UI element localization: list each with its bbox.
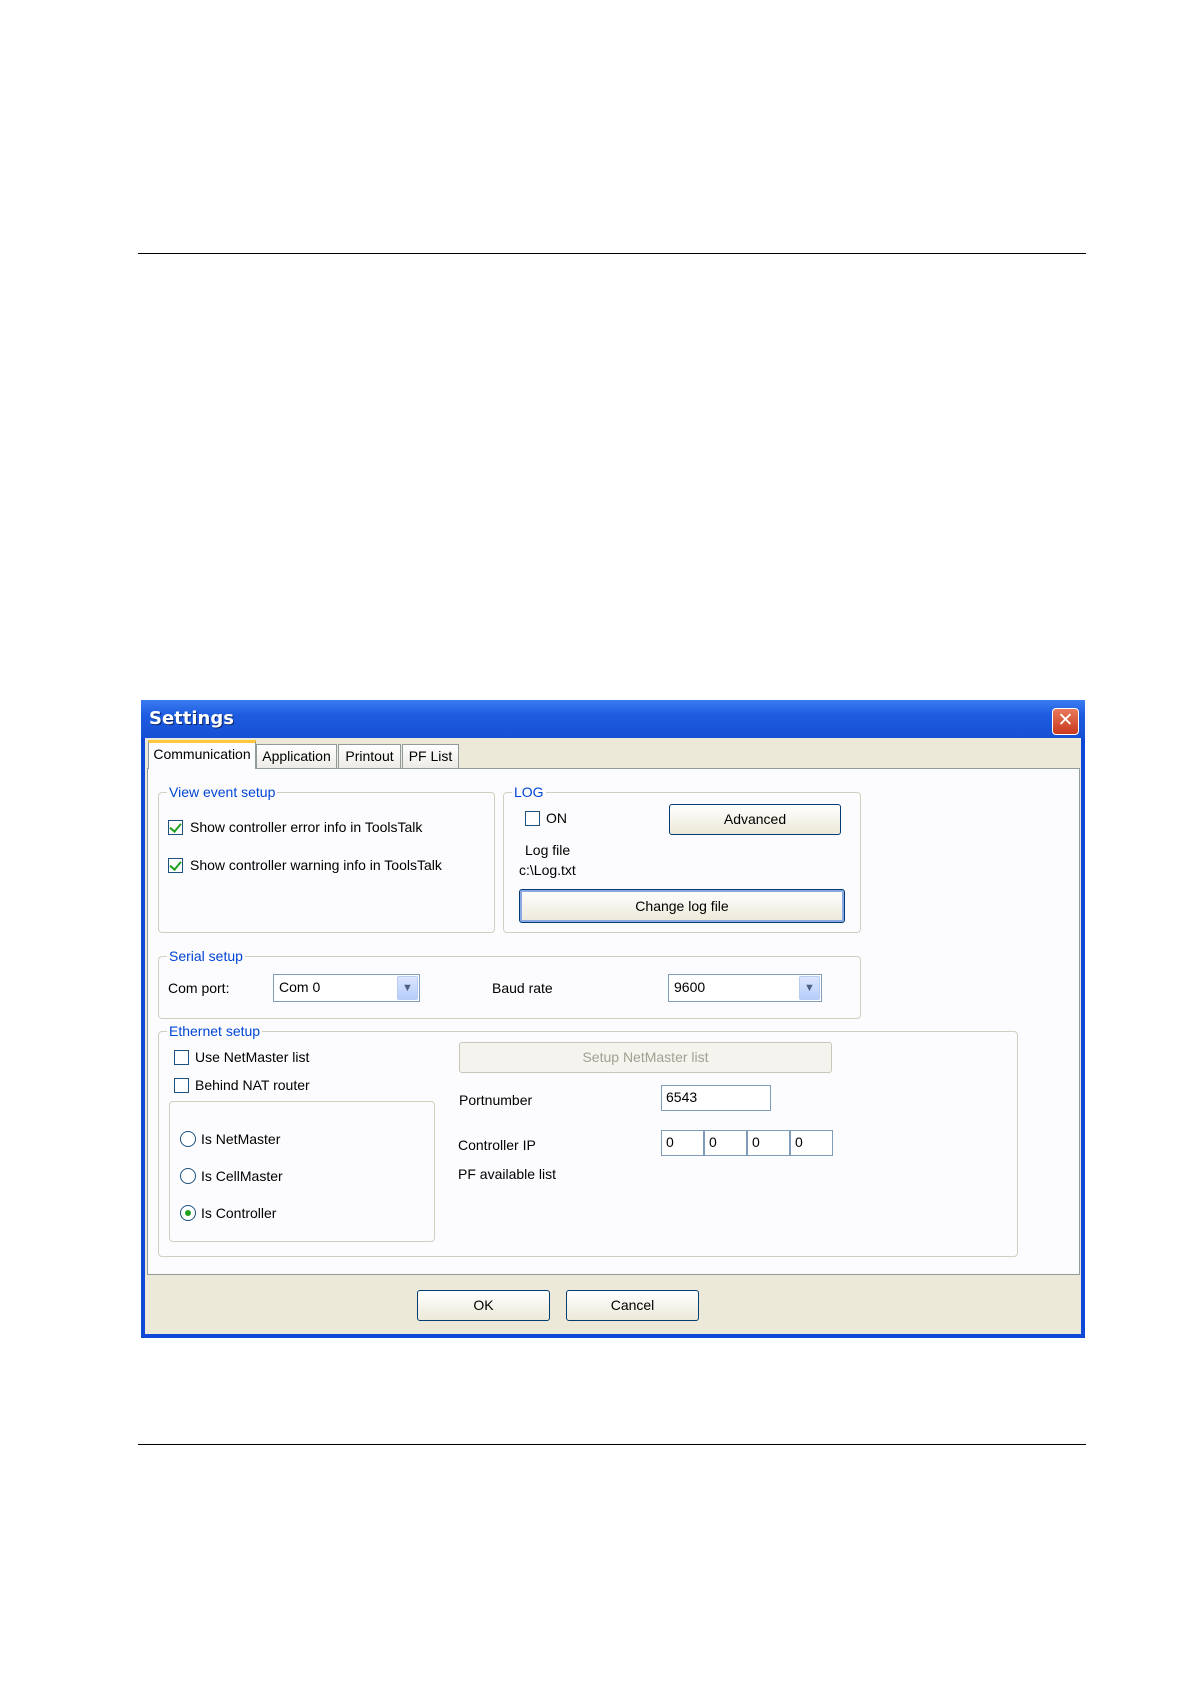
baud-rate-select[interactable]: 9600 ▼	[668, 974, 822, 1002]
com-port-label: Com port:	[168, 980, 230, 996]
is-netmaster-radio[interactable]	[180, 1131, 196, 1147]
controller-ip-octet-4[interactable]: 0	[790, 1130, 833, 1156]
settings-dialog: Settings ✕ Communication Application Pri…	[141, 700, 1085, 1338]
ok-button[interactable]: OK	[417, 1290, 550, 1321]
page-header-rule	[138, 253, 1086, 254]
ethernet-setup-legend: Ethernet setup	[167, 1022, 263, 1040]
controller-ip-label: Controller IP	[458, 1137, 536, 1153]
role-radio-group: Is NetMaster Is CellMaster Is Controller	[169, 1101, 435, 1242]
title-bar[interactable]: Settings ✕	[141, 700, 1085, 738]
tab-label: Application	[262, 748, 331, 764]
chevron-down-icon[interactable]: ▼	[799, 976, 820, 1000]
show-error-label[interactable]: Show controller error info in ToolsTalk	[190, 818, 422, 836]
controller-ip-octet-1[interactable]: 0	[661, 1130, 704, 1156]
cancel-button[interactable]: Cancel	[566, 1290, 699, 1321]
com-port-select[interactable]: Com 0 ▼	[273, 974, 420, 1002]
tab-printout[interactable]: Printout	[338, 744, 401, 768]
log-on-label[interactable]: ON	[546, 809, 567, 827]
use-netmaster-list-label[interactable]: Use NetMaster list	[195, 1048, 309, 1066]
setup-netmaster-list-label: Setup NetMaster list	[582, 1049, 709, 1065]
controller-ip-octet-2[interactable]: 0	[704, 1130, 747, 1156]
view-event-setup-group: View event setup Show controller error i…	[158, 783, 495, 933]
page-footer-rule	[138, 1444, 1086, 1445]
log-legend: LOG	[512, 783, 546, 801]
show-warning-checkbox[interactable]	[168, 858, 183, 873]
change-log-file-button[interactable]: Change log file	[519, 889, 845, 923]
baud-rate-value: 9600	[674, 979, 706, 995]
change-log-file-label: Change log file	[635, 898, 729, 914]
tab-label: Communication	[153, 746, 251, 762]
behind-nat-router-checkbox[interactable]	[174, 1078, 189, 1093]
serial-setup-group: Serial setup Com port: Com 0 ▼ Baud rate…	[158, 947, 861, 1019]
is-cellmaster-radio[interactable]	[180, 1168, 196, 1184]
controller-ip-octet-3[interactable]: 0	[747, 1130, 790, 1156]
portnumber-input[interactable]: 6543	[661, 1085, 771, 1111]
show-warning-label[interactable]: Show controller warning info in ToolsTal…	[190, 856, 442, 874]
window-title: Settings	[149, 708, 234, 729]
is-cellmaster-label[interactable]: Is CellMaster	[201, 1167, 283, 1185]
log-group: LOG ON Advanced Log file c:\Log.txt Chan…	[503, 783, 861, 933]
use-netmaster-list-checkbox[interactable]	[174, 1050, 189, 1065]
close-icon: ✕	[1057, 710, 1074, 731]
portnumber-label: Portnumber	[459, 1092, 533, 1108]
communication-tab-panel: View event setup Show controller error i…	[147, 768, 1080, 1275]
baud-rate-label: Baud rate	[492, 980, 553, 996]
tab-communication[interactable]: Communication	[148, 740, 256, 769]
dialog-client-area: Communication Application Printout PF Li…	[145, 738, 1081, 1334]
log-on-checkbox[interactable]	[525, 811, 540, 826]
log-file-path: c:\Log.txt	[519, 862, 576, 878]
serial-setup-legend: Serial setup	[167, 947, 245, 965]
tab-label: Printout	[345, 748, 394, 764]
behind-nat-router-label[interactable]: Behind NAT router	[195, 1076, 310, 1094]
com-port-value: Com 0	[279, 979, 321, 995]
chevron-down-icon[interactable]: ▼	[397, 976, 418, 1000]
is-netmaster-label[interactable]: Is NetMaster	[201, 1130, 280, 1148]
tab-application[interactable]: Application	[256, 744, 337, 768]
tab-label: PF List	[408, 748, 453, 764]
show-error-checkbox[interactable]	[168, 820, 183, 835]
ok-button-label: OK	[473, 1297, 494, 1313]
view-event-setup-legend: View event setup	[167, 783, 278, 801]
advanced-button-label: Advanced	[723, 811, 787, 827]
close-button[interactable]: ✕	[1052, 708, 1079, 735]
tab-pf-list[interactable]: PF List	[402, 744, 459, 768]
setup-netmaster-list-button[interactable]: Setup NetMaster list	[459, 1042, 832, 1073]
log-file-label: Log file	[525, 842, 571, 858]
is-controller-radio[interactable]	[180, 1205, 196, 1221]
pf-available-list-label: PF available list	[458, 1166, 557, 1182]
is-controller-label[interactable]: Is Controller	[201, 1204, 276, 1222]
cancel-button-label: Cancel	[610, 1297, 655, 1313]
ethernet-setup-group: Ethernet setup Use NetMaster list Behind…	[158, 1022, 1018, 1257]
advanced-button[interactable]: Advanced	[669, 804, 841, 835]
